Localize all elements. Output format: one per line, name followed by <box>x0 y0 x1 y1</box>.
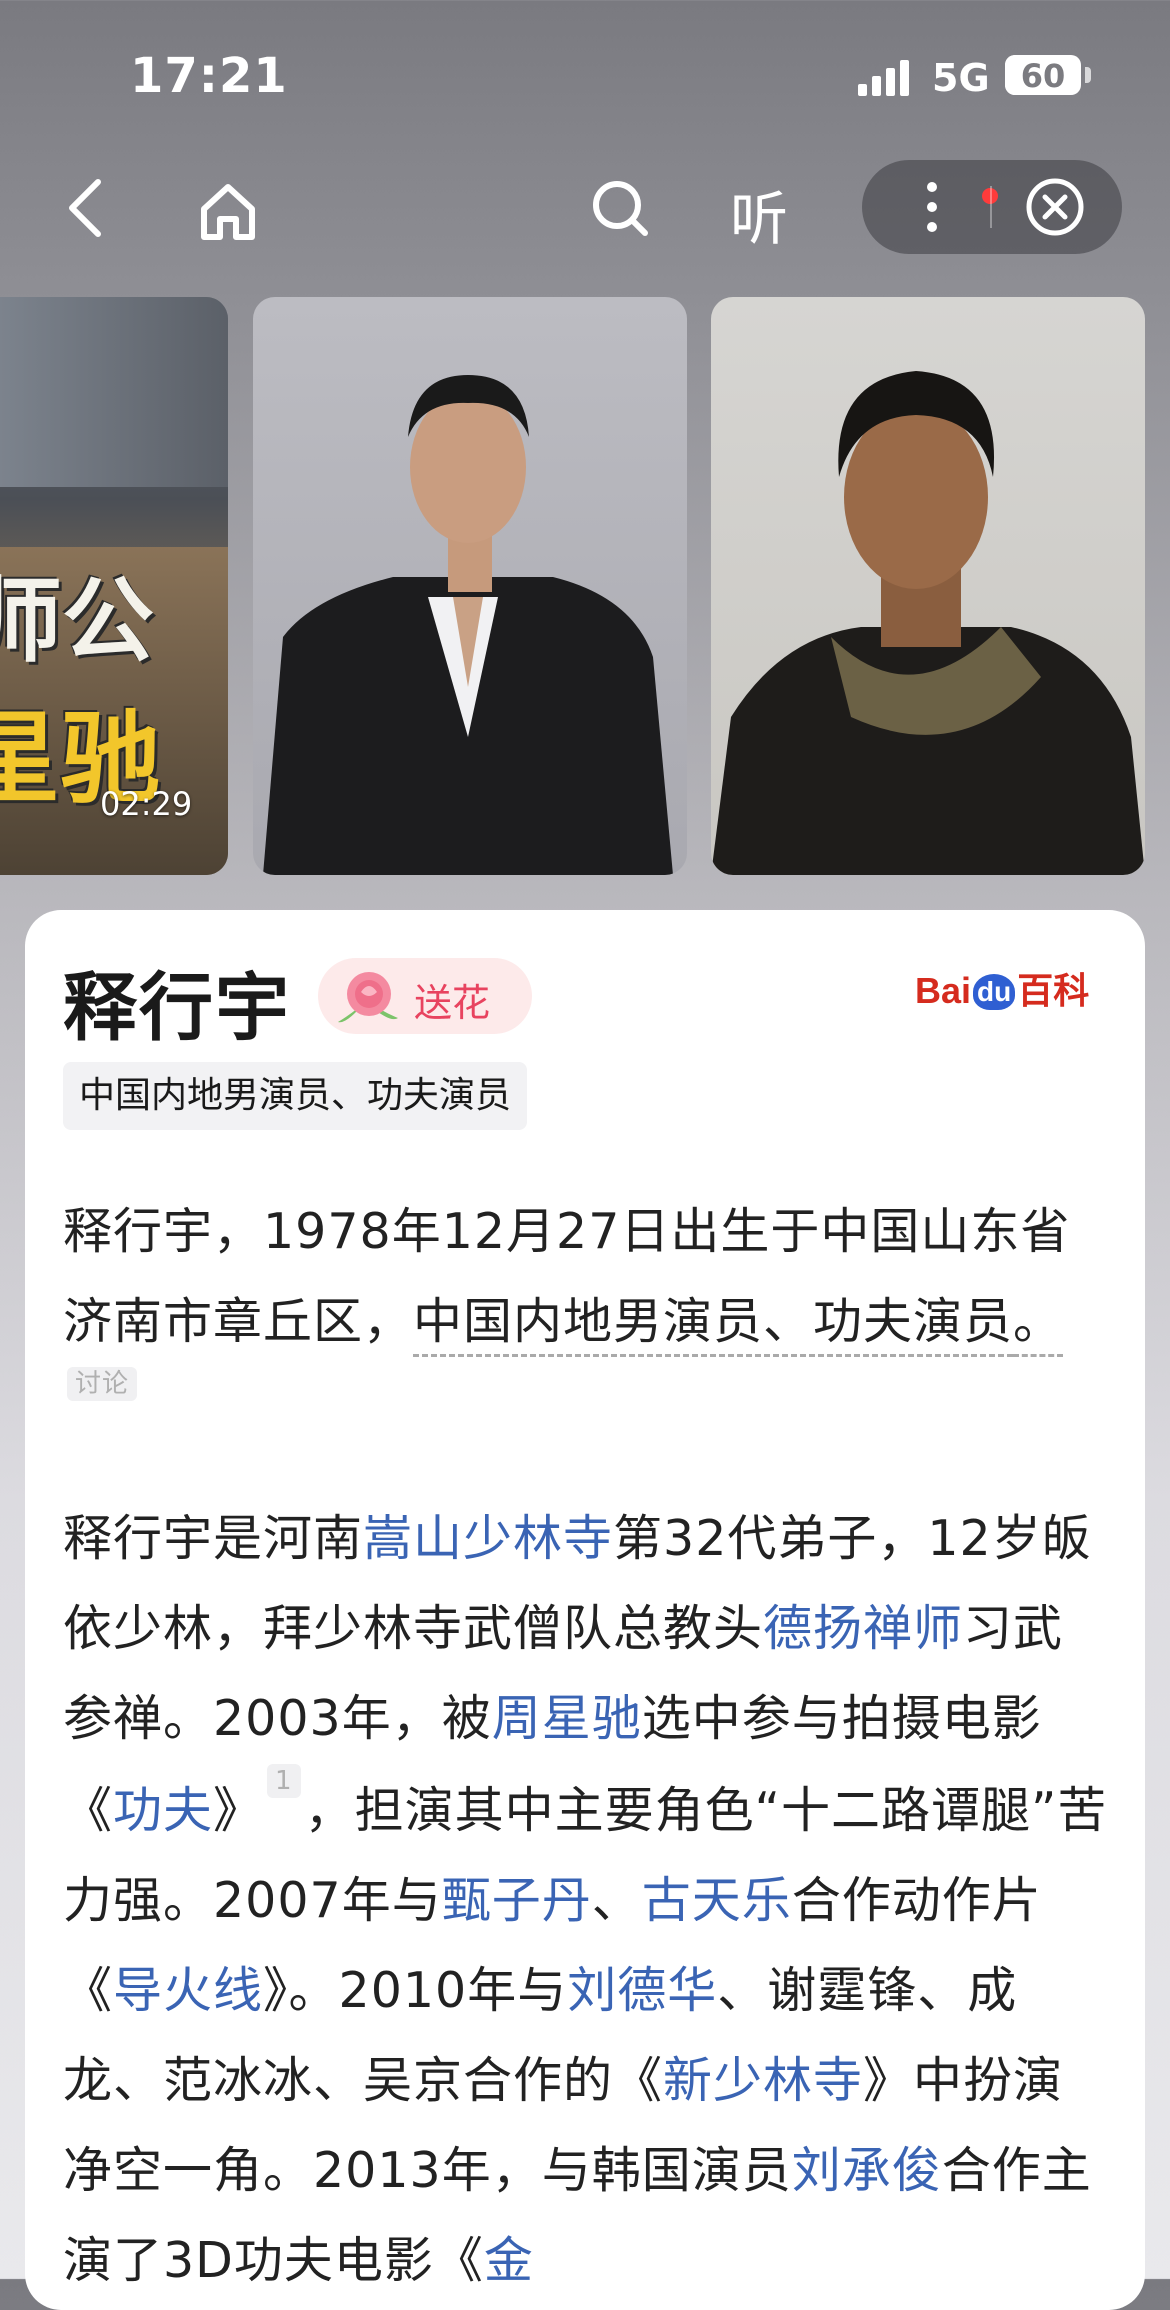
capsule-divider <box>990 186 992 228</box>
link-stephen-chow[interactable]: 周星驰 <box>492 1690 642 1747</box>
status-bar: 17:21 5G 60 <box>0 0 1170 150</box>
bio-paragraph: 释行宇是河南嵩山少林寺第32代弟子，12岁皈依少林，拜少林寺武僧队总教头德扬禅师… <box>63 1510 1108 2289</box>
link-kung-fu-hustle[interactable]: 功夫 <box>113 1782 213 1839</box>
capsule-menu <box>862 160 1122 254</box>
video-caption-top: 师公 <box>0 567 155 675</box>
network-type: 5G <box>932 56 990 100</box>
battery-percent: 60 <box>1020 57 1066 95</box>
discuss-badge[interactable]: 讨论 <box>67 1367 138 1401</box>
link-louis-koo[interactable]: 古天乐 <box>642 1872 792 1929</box>
close-circle-icon <box>1026 178 1084 236</box>
occupation-tag: 中国内地男演员、功夫演员 <box>63 1062 528 1130</box>
photo-actor-2[interactable] <box>711 297 1145 875</box>
send-flower-button[interactable]: 送花 <box>318 958 532 1034</box>
portrait-image <box>711 371 1145 875</box>
back-arrow-icon <box>69 179 101 237</box>
link-shaolin-film[interactable]: 新少林寺 <box>663 2052 863 2109</box>
link-master-deyang[interactable]: 德扬禅师 <box>763 1600 963 1657</box>
battery-cap <box>1085 67 1091 83</box>
video-thumbnail[interactable]: 师公 星驰 02:29 <box>0 297 228 875</box>
search-button[interactable] <box>584 172 656 244</box>
battery-icon: 60 <box>1005 55 1081 95</box>
search-icon <box>593 181 648 236</box>
more-vertical-icon <box>927 182 937 232</box>
signal-icon <box>858 60 914 96</box>
link-golden-film[interactable]: 金 <box>484 2232 534 2289</box>
rose-icon <box>338 972 398 1023</box>
link-shaolin-temple[interactable]: 嵩山少林寺 <box>363 1510 613 1567</box>
link-liu-cheng-jun[interactable]: 刘承俊 <box>792 2142 942 2199</box>
send-flower-label: 送花 <box>414 981 491 1025</box>
baike-card: 释行宇 送花 Bai du 百科 中国内地男演员、功夫演员 释行宇，1978年12月… <box>25 910 1145 2310</box>
reference-badge[interactable]: 1 <box>267 1764 301 1798</box>
photo-actor-1[interactable] <box>253 297 687 875</box>
video-duration: 02:29 <box>100 785 193 823</box>
baidu-baike-logo: Bai du 百科 <box>915 970 1090 1011</box>
link-donnie-yen[interactable]: 甄子丹 <box>442 1872 592 1929</box>
home-button[interactable] <box>190 174 266 248</box>
link-flash-point[interactable]: 导火线 <box>113 1962 263 2019</box>
home-icon <box>201 184 255 240</box>
intro-paragraph: 释行宇，1978年12月27日出生于中国山东省济南市章丘区，中国内地男演员、功夫… <box>63 1203 1071 1401</box>
status-time: 17:21 <box>130 48 288 104</box>
portrait-image <box>263 375 673 875</box>
listen-button[interactable]: 听 <box>730 172 788 256</box>
more-button[interactable] <box>902 174 998 240</box>
occupation-dotted-text[interactable]: 中国内地男演员、功夫演员 <box>413 1293 1014 1357</box>
back-button[interactable] <box>50 168 120 248</box>
close-button[interactable] <box>1022 174 1088 240</box>
page-title: 释行宇 <box>63 965 291 1051</box>
link-andy-lau[interactable]: 刘德华 <box>567 1962 717 2019</box>
